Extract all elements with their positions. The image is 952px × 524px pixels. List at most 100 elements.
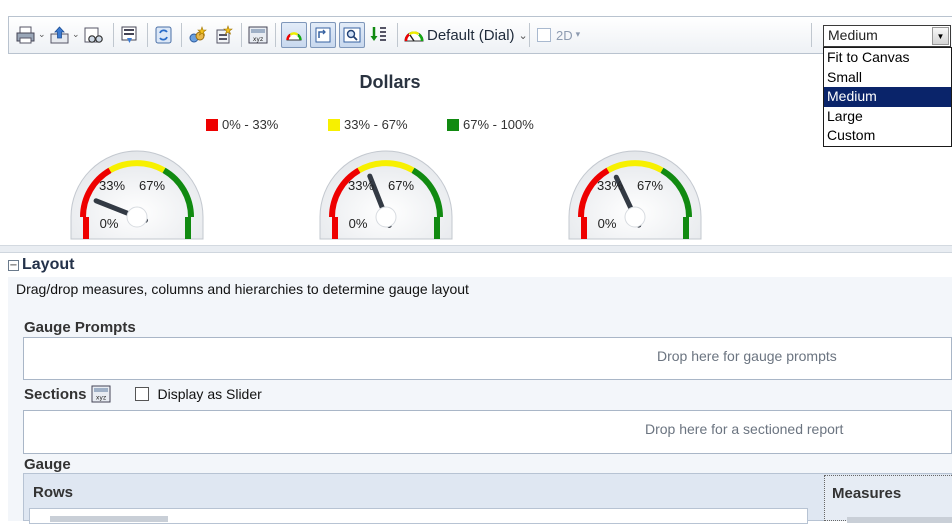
gauge-prompts-dropzone[interactable]: Drop here for gauge prompts bbox=[23, 337, 952, 380]
chevron-down-icon: ⌄ bbox=[518, 28, 528, 42]
gauge-hub bbox=[126, 206, 148, 228]
zoom-fit-icon bbox=[315, 27, 331, 43]
section-slider-icon[interactable]: xyz bbox=[91, 385, 111, 403]
zoom-button[interactable] bbox=[339, 21, 365, 49]
sort-icon bbox=[370, 27, 386, 41]
legend-swatch bbox=[206, 118, 218, 131]
toolbar-separator bbox=[181, 23, 182, 47]
layout-panel-header[interactable]: − Layout bbox=[8, 255, 74, 275]
new-group-button[interactable] bbox=[213, 21, 235, 49]
export-icon bbox=[50, 26, 69, 44]
gauge-size-select[interactable]: Medium ▼ bbox=[823, 25, 951, 47]
edit-view-button[interactable] bbox=[119, 21, 141, 49]
gauge-label-min: 0% bbox=[598, 216, 617, 231]
size-option-medium[interactable]: Medium bbox=[824, 87, 951, 107]
rows-drop-area[interactable] bbox=[29, 508, 808, 524]
export-menu-chevron-icon: ⌄ bbox=[72, 30, 80, 40]
gauge-type-button[interactable] bbox=[281, 21, 307, 49]
sort-button[interactable] bbox=[369, 21, 389, 49]
preview-button[interactable] bbox=[83, 21, 105, 49]
legend-label: 0% - 33% bbox=[222, 117, 279, 132]
legend-label: 33% - 67% bbox=[344, 117, 408, 132]
section-slider-button[interactable]: xyz bbox=[247, 21, 269, 49]
legend-item-mid: 33% - 67% bbox=[328, 117, 408, 132]
display-as-slider-checkbox[interactable] bbox=[134, 387, 149, 401]
toolbar-separator bbox=[397, 23, 398, 47]
column-item[interactable] bbox=[50, 516, 168, 522]
gauge-section-label: Gauge bbox=[24, 456, 71, 473]
legend-swatch bbox=[447, 118, 459, 131]
sections-row: Sections xyz Display as Slider bbox=[24, 384, 262, 404]
collapse-icon[interactable]: − bbox=[8, 259, 19, 271]
size-option-custom[interactable]: Custom bbox=[824, 126, 951, 146]
gauge-label-67: 67% bbox=[139, 178, 165, 193]
toolbar-separator bbox=[275, 23, 276, 47]
layout-panel-title: Layout bbox=[22, 256, 75, 273]
gauge-prompts-drop-hint: Drop here for gauge prompts bbox=[657, 348, 837, 364]
dial-gauge-icon bbox=[404, 31, 424, 42]
toolbar-separator bbox=[147, 23, 148, 47]
zoom-icon bbox=[343, 27, 361, 43]
print-menu-chevron-icon: ⌄ bbox=[38, 30, 46, 40]
gauge-prompts-label: Gauge Prompts bbox=[24, 319, 136, 336]
gauge-hub bbox=[624, 206, 646, 228]
gauge-label-67: 67% bbox=[388, 178, 414, 193]
svg-text:xyz: xyz bbox=[95, 395, 105, 402]
rows-label: Rows bbox=[33, 484, 74, 501]
legend-swatch bbox=[328, 118, 340, 131]
gauge-label-min: 0% bbox=[100, 216, 119, 231]
gauge-style-label: Default (Dial) bbox=[427, 26, 515, 44]
size-option-fit-to-canvas[interactable]: Fit to Canvas bbox=[824, 48, 951, 68]
size-option-small[interactable]: Small bbox=[824, 68, 951, 88]
gauge-label-33: 33% bbox=[99, 178, 125, 193]
gauge-size-value: Medium bbox=[828, 27, 878, 43]
edit-view-icon bbox=[121, 26, 137, 43]
legend-item-low: 0% - 33% bbox=[206, 117, 278, 132]
dial-gauge: 33% 67% 0% bbox=[70, 143, 205, 241]
dropdown-arrow-icon[interactable]: ▼ bbox=[932, 27, 949, 45]
gauge-label-67: 67% bbox=[637, 178, 663, 193]
new-calculated-item-icon bbox=[189, 26, 207, 43]
measure-item[interactable] bbox=[847, 517, 952, 523]
svg-text:xyz: xyz bbox=[253, 36, 263, 43]
size-option-large[interactable]: Large bbox=[824, 107, 951, 127]
refresh-button[interactable] bbox=[153, 21, 175, 49]
export-button[interactable]: ⌄ bbox=[49, 21, 80, 49]
sections-drop-hint: Drop here for a sectioned report bbox=[645, 421, 844, 437]
display-as-slider-label: Display as Slider bbox=[157, 386, 262, 402]
sections-label: Sections bbox=[24, 385, 87, 403]
chart-title: Dollars bbox=[359, 72, 421, 92]
dimension-2d-dropdown[interactable]: 2D ▾ bbox=[537, 21, 580, 49]
gauge-label-33: 33% bbox=[348, 178, 374, 193]
2d-label: 2D bbox=[556, 27, 573, 43]
legend-label: 67% - 100% bbox=[463, 117, 534, 132]
layout-instructions: Drag/drop measures, columns and hierarch… bbox=[16, 281, 469, 297]
legend-item-high: 67% - 100% bbox=[447, 117, 534, 132]
new-calculated-item-button[interactable] bbox=[187, 21, 209, 49]
panel-splitter[interactable] bbox=[0, 245, 952, 253]
dial-gauge: 33% 67% 0% bbox=[568, 143, 703, 241]
view-toolbar: ⌄ ⌄ xyz Default (Dial) ⌄ 2D ▾ bbox=[8, 16, 952, 54]
dial-gauge: 33% 67% 0% bbox=[319, 143, 454, 241]
gauge-type-icon bbox=[286, 32, 302, 41]
refresh-icon bbox=[155, 26, 172, 44]
preview-icon bbox=[84, 27, 103, 43]
2d-checkbox[interactable] bbox=[537, 28, 551, 42]
toolbar-separator bbox=[113, 23, 114, 47]
print-icon bbox=[16, 26, 35, 44]
toolbar-separator bbox=[529, 23, 530, 47]
gauge-style-dropdown[interactable]: Default (Dial) ⌄ bbox=[403, 21, 528, 49]
chevron-down-icon: ▾ bbox=[575, 30, 581, 40]
gauge-label-33: 33% bbox=[597, 178, 623, 193]
zoom-fit-button[interactable] bbox=[310, 21, 336, 49]
gauge-size-options: Fit to Canvas Small Medium Large Custom bbox=[823, 47, 952, 147]
print-button[interactable]: ⌄ bbox=[15, 21, 46, 49]
gauge-hub bbox=[375, 206, 397, 228]
new-group-icon bbox=[216, 25, 233, 44]
measures-dropzone[interactable]: Measures bbox=[824, 475, 952, 523]
toolbar-separator bbox=[241, 23, 242, 47]
sections-dropzone[interactable]: Drop here for a sectioned report bbox=[23, 410, 952, 454]
gauge-label-min: 0% bbox=[349, 216, 368, 231]
toolbar-separator bbox=[811, 23, 812, 47]
rows-dropzone[interactable]: Rows bbox=[23, 475, 808, 524]
